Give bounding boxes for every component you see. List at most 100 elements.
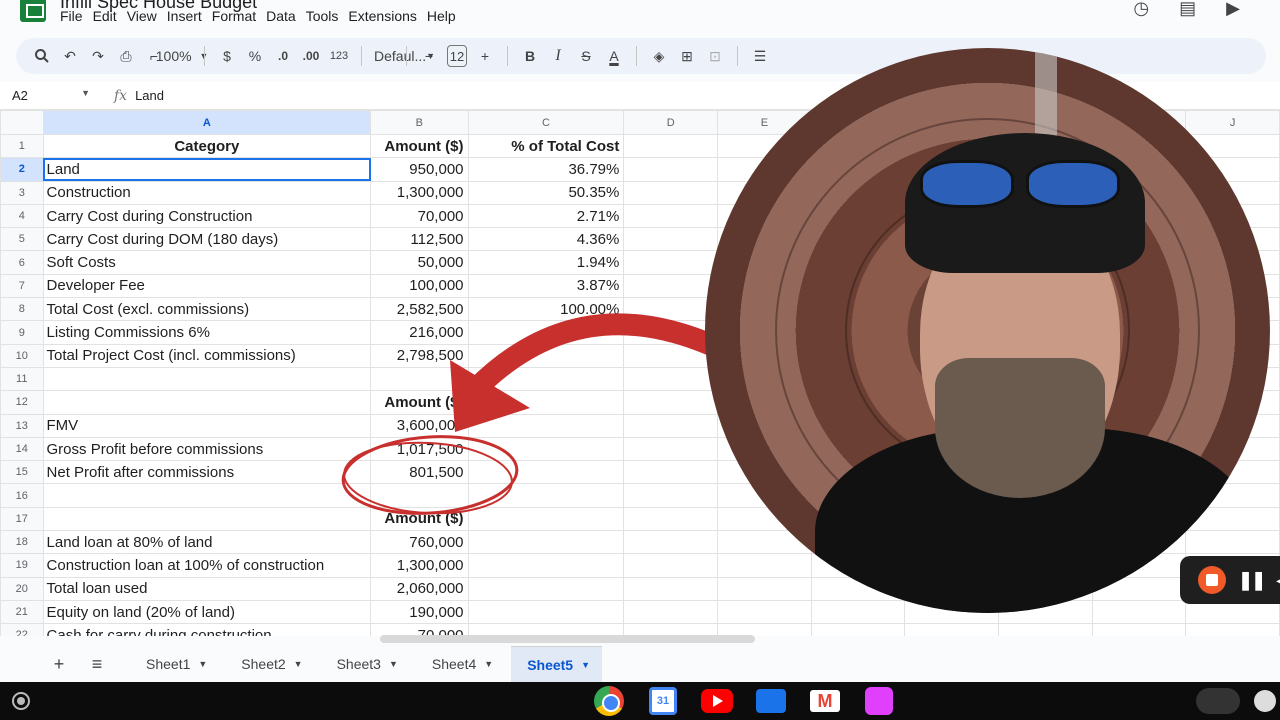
cell-empty[interactable]: [623, 227, 719, 252]
cell-percent[interactable]: [467, 530, 625, 555]
meet-icon[interactable]: ▶: [1226, 0, 1240, 19]
chevron-down-icon[interactable]: ▼: [198, 659, 207, 669]
gmail-app[interactable]: M: [808, 686, 842, 716]
align-icon[interactable]: ☰: [746, 42, 774, 70]
column-header-d[interactable]: D: [623, 110, 719, 135]
cell-percent[interactable]: 2.71%: [467, 203, 625, 229]
cell-empty[interactable]: [623, 157, 719, 182]
history-icon[interactable]: ◷: [1133, 0, 1149, 19]
cell-amount[interactable]: Amount ($): [370, 390, 469, 415]
fill-color-icon[interactable]: ◈: [645, 42, 673, 70]
chevron-down-icon[interactable]: ▼: [294, 659, 303, 669]
name-box[interactable]: A2 ▼: [0, 88, 96, 103]
calendar-app[interactable]: 31: [646, 686, 680, 716]
cell-percent[interactable]: 3.87%: [467, 273, 625, 299]
cell-percent[interactable]: [467, 413, 625, 438]
chevron-down-icon[interactable]: ▼: [581, 660, 590, 670]
chrome-app[interactable]: [592, 686, 626, 716]
cell-category[interactable]: Net Profit after commissions: [42, 460, 372, 485]
cell-category[interactable]: Total Project Cost (incl. commissions): [42, 343, 372, 368]
cell-category[interactable]: Gross Profit before commissions: [42, 436, 372, 462]
cell-amount[interactable]: 112,500: [370, 227, 469, 252]
cell-percent[interactable]: % of Total Cost: [467, 133, 625, 159]
cell-empty[interactable]: [1091, 623, 1187, 636]
column-header-a[interactable]: A: [42, 110, 372, 135]
pause-icon[interactable]: ❚❚: [1238, 570, 1266, 591]
cell-category[interactable]: Carry Cost during Construction: [42, 203, 372, 229]
cell-empty[interactable]: [623, 530, 719, 555]
more-icon[interactable]: ◂: [1276, 572, 1280, 589]
column-header-b[interactable]: B: [370, 110, 469, 135]
cell-empty[interactable]: [623, 297, 719, 322]
cell-empty[interactable]: [904, 623, 1000, 636]
cell-percent[interactable]: 36.79%: [467, 157, 625, 182]
menu-extensions[interactable]: Extensions: [346, 8, 424, 24]
row-header[interactable]: 11: [0, 366, 44, 392]
cell-category[interactable]: Land loan at 80% of land: [42, 530, 372, 555]
cell-percent[interactable]: [467, 390, 625, 415]
cell-category[interactable]: Cash for carry during construction: [42, 623, 372, 636]
cell-category[interactable]: Total Cost (excl. commissions): [42, 297, 372, 322]
cell-amount[interactable]: 1,017,500: [370, 436, 469, 462]
increase-decimal-button[interactable]: .00: [297, 42, 325, 70]
cell-percent[interactable]: [467, 343, 625, 368]
cell-category[interactable]: [42, 366, 372, 392]
cell-amount[interactable]: Amount ($): [370, 133, 469, 159]
column-header-j[interactable]: J: [1185, 110, 1280, 135]
cell-category[interactable]: Category: [42, 133, 372, 159]
row-header[interactable]: 21: [0, 599, 44, 625]
cell-category[interactable]: Total loan used: [42, 576, 372, 601]
cell-category[interactable]: Developer Fee: [42, 273, 372, 299]
cell-empty[interactable]: [623, 133, 719, 159]
cell-empty[interactable]: [623, 250, 719, 275]
menu-tools[interactable]: Tools: [304, 8, 347, 24]
cell-category[interactable]: Listing Commissions 6%: [42, 320, 372, 345]
row-header[interactable]: 19: [0, 553, 44, 578]
sheet-tab[interactable]: Sheet2 ▼: [225, 646, 314, 682]
decrease-decimal-button[interactable]: .0: [269, 42, 297, 70]
search-menus-icon[interactable]: [28, 42, 56, 70]
cell-amount[interactable]: 1,300,000: [370, 180, 469, 205]
cell-percent[interactable]: 50.35%: [467, 180, 625, 205]
cell-amount[interactable]: Amount ($): [370, 506, 469, 532]
decrease-font-size-button[interactable]: −: [415, 42, 443, 70]
chevron-down-icon[interactable]: ▼: [389, 659, 398, 669]
cell-amount[interactable]: 70,000: [370, 203, 469, 229]
row-header[interactable]: 13: [0, 413, 44, 438]
tray-holding-space[interactable]: [1196, 688, 1240, 714]
cell-percent[interactable]: 100.00%: [467, 297, 625, 322]
cell-percent[interactable]: [467, 599, 625, 625]
cell-empty[interactable]: [623, 413, 719, 438]
cell-amount[interactable]: 1,300,000: [370, 553, 469, 578]
cell-empty[interactable]: [623, 483, 719, 508]
all-sheets-icon[interactable]: ≡: [78, 654, 116, 675]
cell-amount[interactable]: 760,000: [370, 530, 469, 555]
cell-empty[interactable]: [717, 553, 812, 578]
sheet-tab[interactable]: Sheet3 ▼: [321, 646, 410, 682]
cell-percent[interactable]: 4.36%: [467, 227, 625, 252]
row-header[interactable]: 5: [0, 227, 44, 252]
cell-amount[interactable]: 50,000: [370, 250, 469, 275]
menu-file[interactable]: File: [58, 8, 91, 24]
studio-app[interactable]: [862, 686, 896, 716]
cell-percent[interactable]: [467, 506, 625, 532]
strikethrough-button[interactable]: S: [572, 42, 600, 70]
cell-category[interactable]: Construction loan at 100% of constructio…: [42, 553, 372, 578]
sheets-logo-icon[interactable]: [20, 0, 46, 22]
cell-empty[interactable]: [623, 599, 719, 625]
cell-category[interactable]: [42, 506, 372, 532]
comments-icon[interactable]: ▤: [1179, 0, 1196, 19]
cell-empty[interactable]: [623, 180, 719, 205]
cell-percent[interactable]: [467, 576, 625, 601]
cell-empty[interactable]: [623, 436, 719, 462]
cell-empty[interactable]: [623, 460, 719, 485]
horizontal-scrollbar[interactable]: [380, 635, 755, 643]
column-header-c[interactable]: C: [467, 110, 625, 135]
launcher-icon[interactable]: [12, 692, 30, 710]
sheet-tab[interactable]: Sheet4 ▼: [416, 646, 505, 682]
row-header[interactable]: 7: [0, 273, 44, 299]
menu-edit[interactable]: Edit: [91, 8, 125, 24]
row-header[interactable]: 22: [0, 623, 44, 636]
cell-percent[interactable]: [467, 436, 625, 462]
menu-insert[interactable]: Insert: [165, 8, 210, 24]
